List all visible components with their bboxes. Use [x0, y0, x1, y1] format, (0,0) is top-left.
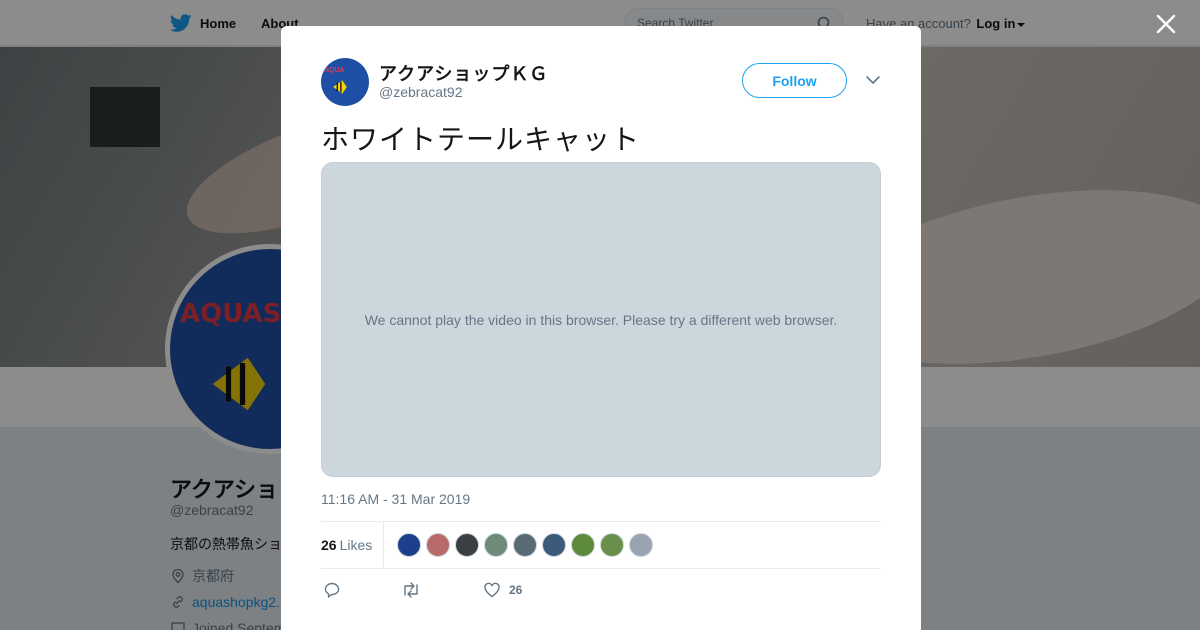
like-count: 26: [509, 583, 523, 597]
tweet-stats: 26 Likes: [321, 521, 881, 569]
close-icon[interactable]: [1154, 12, 1178, 36]
tweet-text: ホワイトテールキャット: [321, 124, 641, 155]
likes-count: 26: [321, 537, 337, 553]
author-handle[interactable]: @zebracat92: [379, 84, 462, 100]
author-avatar[interactable]: AQUA: [321, 58, 369, 106]
likes-label: Likes: [339, 537, 373, 553]
heart-icon: [484, 582, 500, 598]
liker-avatar[interactable]: [397, 533, 421, 557]
liker-avatar[interactable]: [571, 533, 595, 557]
like-button[interactable]: 26: [483, 581, 522, 599]
liker-avatar[interactable]: [455, 533, 479, 557]
tweet-modal: AQUA アクアショップＫＧ @zebracat92 Follow ホワイトテー…: [281, 26, 921, 630]
likes-stat[interactable]: 26 Likes: [321, 537, 372, 553]
follow-button[interactable]: Follow: [742, 63, 847, 98]
liker-avatar[interactable]: [513, 533, 537, 557]
retweet-icon: [404, 582, 418, 598]
liker-avatar[interactable]: [484, 533, 508, 557]
liker-avatar[interactable]: [542, 533, 566, 557]
avatar-logo-text: AQUA: [324, 67, 345, 74]
tweet-actions: 26: [321, 581, 881, 605]
retweet-button[interactable]: [401, 581, 421, 599]
fish-icon: [333, 80, 347, 94]
reply-button[interactable]: [323, 581, 341, 599]
divider: [383, 522, 384, 569]
video-player[interactable]: We cannot play the video in this browser…: [321, 162, 881, 477]
chevron-down-icon[interactable]: [865, 74, 881, 86]
author-name[interactable]: アクアショップＫＧ: [379, 60, 548, 86]
tweet-timestamp[interactable]: 11:16 AM - 31 Mar 2019: [321, 491, 470, 507]
liker-avatar[interactable]: [600, 533, 624, 557]
video-error-message: We cannot play the video in this browser…: [364, 311, 838, 328]
liker-avatars: [397, 533, 653, 557]
reply-icon: [324, 582, 340, 598]
liker-avatar[interactable]: [426, 533, 450, 557]
liker-avatar[interactable]: [629, 533, 653, 557]
